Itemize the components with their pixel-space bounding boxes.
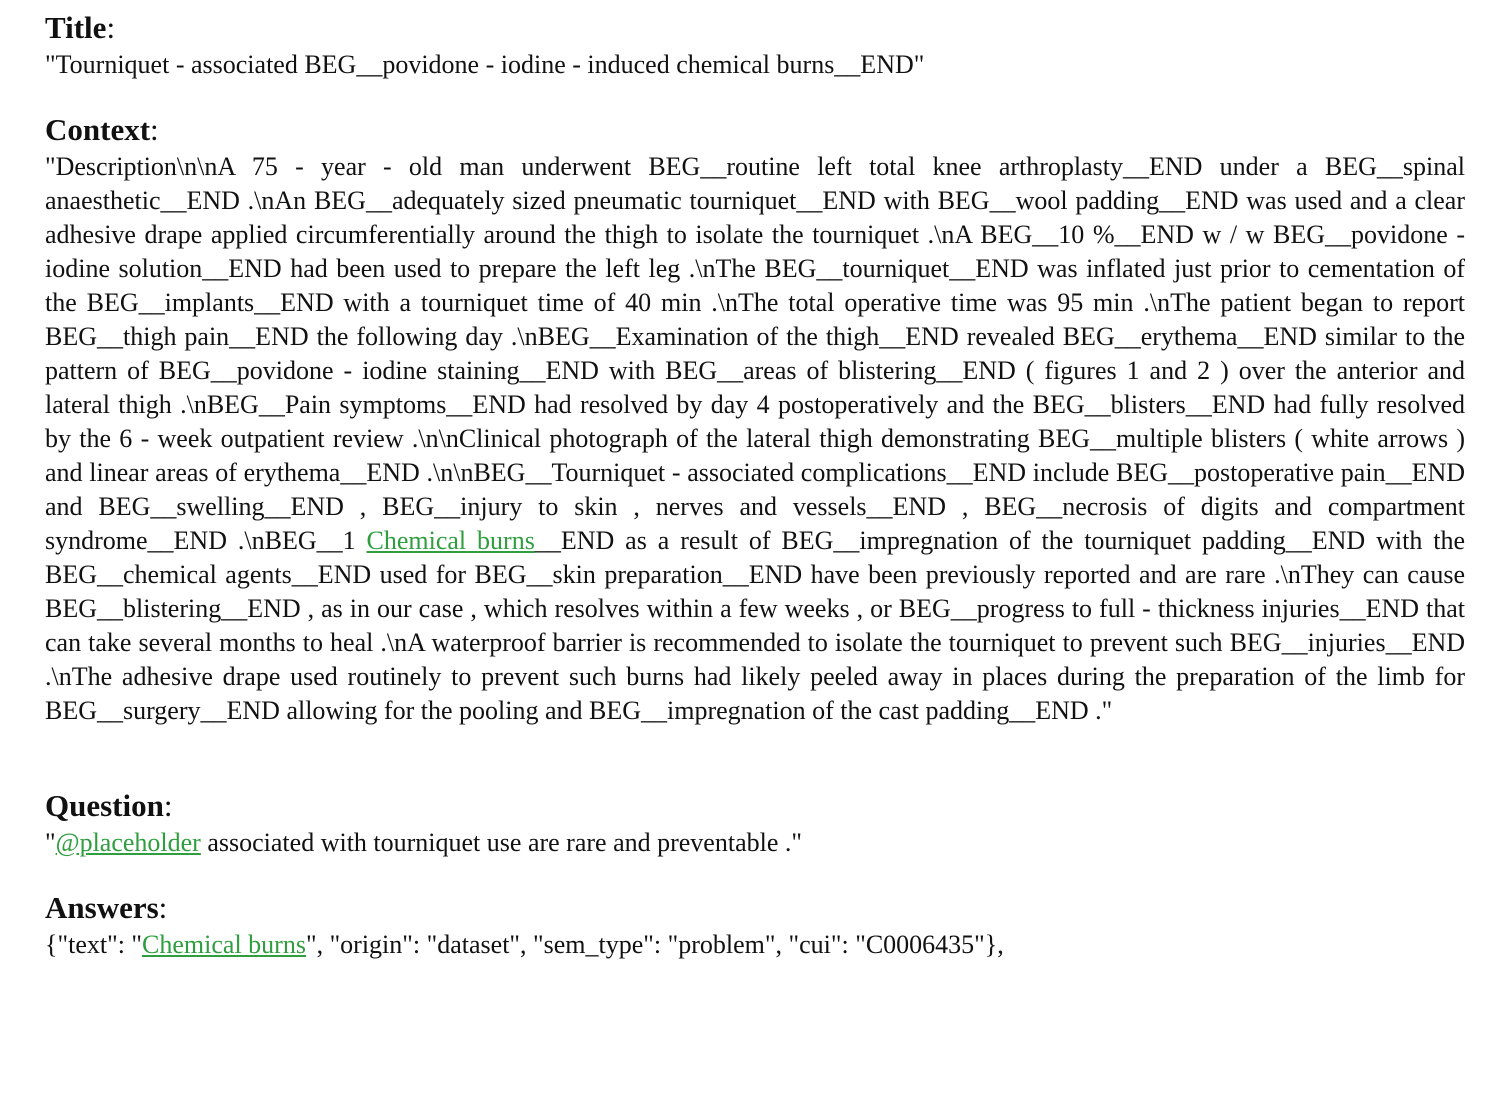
question-heading: Question: xyxy=(45,786,1465,826)
answers-suffix: ", "origin": "dataset", "sem_type": "pro… xyxy=(305,930,1004,959)
answers-prefix: {"text": " xyxy=(45,930,143,959)
document-page: Title: "Tourniquet - associated BEG__pov… xyxy=(45,8,1465,962)
context-answer-highlight[interactable]: Chemical burns xyxy=(367,526,535,555)
question-text: "@placeholder associated with tourniquet… xyxy=(45,826,1465,860)
context-section: Context: "Description\n\nA 75 - year - o… xyxy=(45,110,1465,728)
context-text-part1: "Description\n\nA 75 - year - old man un… xyxy=(45,152,1465,555)
title-heading-colon: : xyxy=(106,10,116,45)
context-text: "Description\n\nA 75 - year - old man un… xyxy=(45,150,1465,728)
answers-heading-label: Answers xyxy=(45,890,159,925)
answers-heading: Answers: xyxy=(45,888,1465,928)
answers-text: {"text": "Chemical burns", "origin": "da… xyxy=(45,928,1465,962)
question-section: Question: "@placeholder associated with … xyxy=(45,786,1465,860)
question-heading-label: Question xyxy=(45,788,164,823)
context-heading: Context: xyxy=(45,110,1465,150)
context-text-part2: __END as a result of BEG__impregnation o… xyxy=(45,526,1465,725)
title-text: "Tourniquet - associated BEG__povidone -… xyxy=(45,50,925,79)
question-prefix: " xyxy=(45,828,56,857)
title-heading-label: Title xyxy=(45,10,107,45)
context-heading-label: Context xyxy=(45,112,151,147)
question-placeholder-link[interactable]: @placeholder xyxy=(56,828,201,857)
answers-answer-link[interactable]: Chemical burns xyxy=(142,930,306,959)
answers-heading-colon: : xyxy=(158,890,168,925)
answers-section: Answers: {"text": "Chemical burns", "ori… xyxy=(45,888,1465,962)
question-heading-colon: : xyxy=(163,788,173,823)
question-suffix: associated with tourniquet use are rare … xyxy=(200,828,802,857)
title-heading: Title: xyxy=(45,8,1465,48)
context-heading-colon: : xyxy=(150,112,159,147)
title-section: Title: "Tourniquet - associated BEG__pov… xyxy=(45,8,1465,82)
